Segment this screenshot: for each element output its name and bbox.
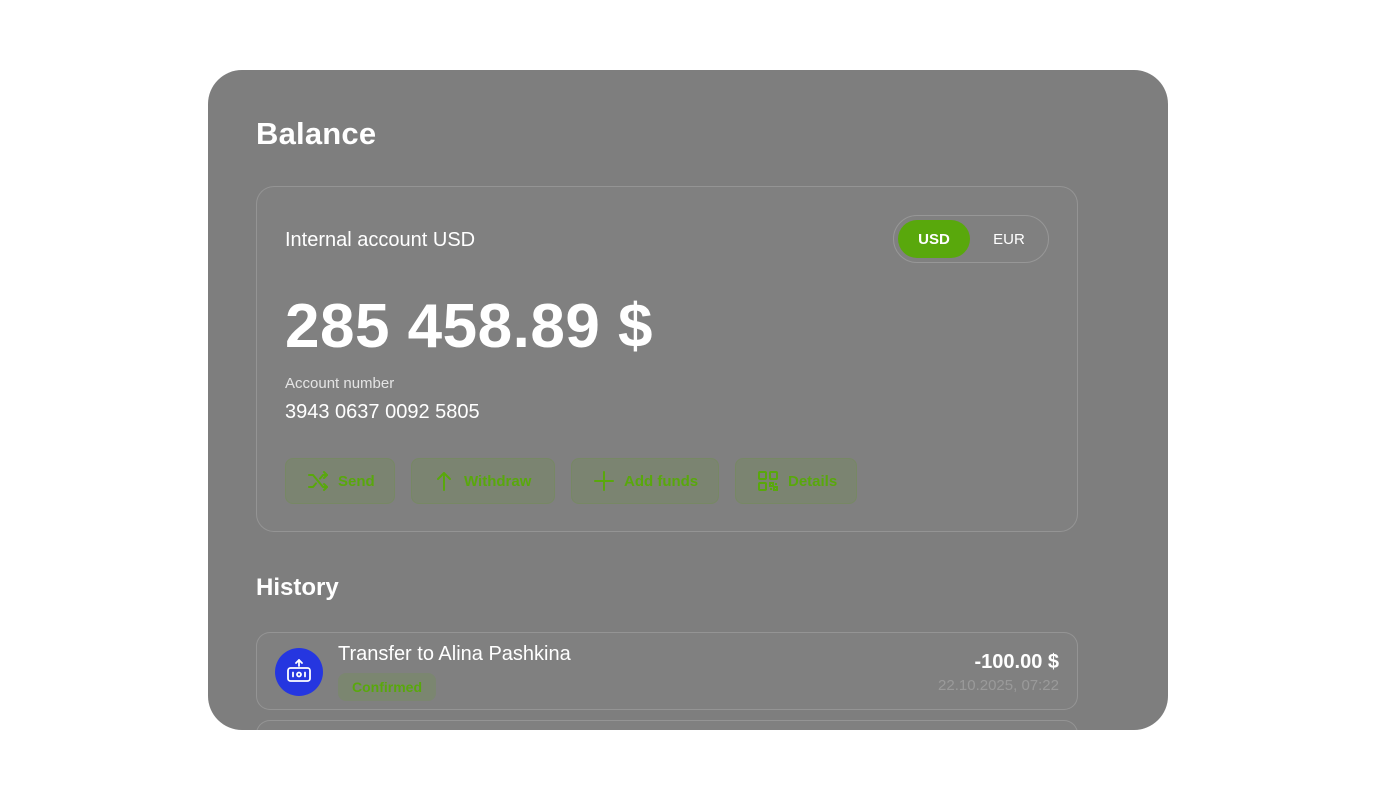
balance-amount: 285 458.89 $: [285, 292, 654, 361]
account-title: Internal account USD: [285, 229, 476, 251]
withdraw-button[interactable]: Withdraw: [411, 458, 555, 504]
shuffle-icon: [308, 471, 328, 491]
arrow-up-icon: [437, 472, 451, 491]
add-funds-button[interactable]: Add funds: [571, 458, 719, 504]
transaction-name: Transfer to Alina Pashkina: [338, 643, 571, 665]
plus-icon: [594, 471, 614, 491]
page-title: Balance: [256, 116, 377, 151]
history-item[interactable]: [256, 720, 1078, 730]
send-button[interactable]: Send: [285, 458, 395, 504]
transaction-amount: -100.00 $: [974, 651, 1059, 673]
history-item[interactable]: Transfer to Alina Pashkina Confirmed -10…: [256, 632, 1078, 710]
currency-usd-button[interactable]: USD: [898, 220, 970, 258]
status-badge: Confirmed: [338, 673, 436, 701]
currency-toggle: USD EUR: [893, 215, 1049, 263]
details-button[interactable]: Details: [735, 458, 857, 504]
withdraw-label: Withdraw: [464, 472, 532, 490]
add-funds-label: Add funds: [624, 472, 699, 490]
account-number: 3943 0637 0092 5805: [285, 401, 480, 423]
balance-panel: Balance Internal account USD USD EUR 285…: [208, 70, 1168, 730]
account-number-label: Account number: [285, 375, 395, 392]
history-title: History: [256, 574, 339, 601]
currency-eur-button[interactable]: EUR: [974, 220, 1044, 258]
transaction-date: 22.10.2025, 07:22: [938, 677, 1059, 694]
details-label: Details: [788, 472, 838, 490]
transaction-avatar: [275, 648, 323, 696]
send-label: Send: [338, 472, 375, 490]
grid-icon: [758, 471, 778, 491]
transfer-out-icon: [287, 659, 311, 682]
account-card: Internal account USD USD EUR 285 458.89 …: [256, 186, 1078, 532]
